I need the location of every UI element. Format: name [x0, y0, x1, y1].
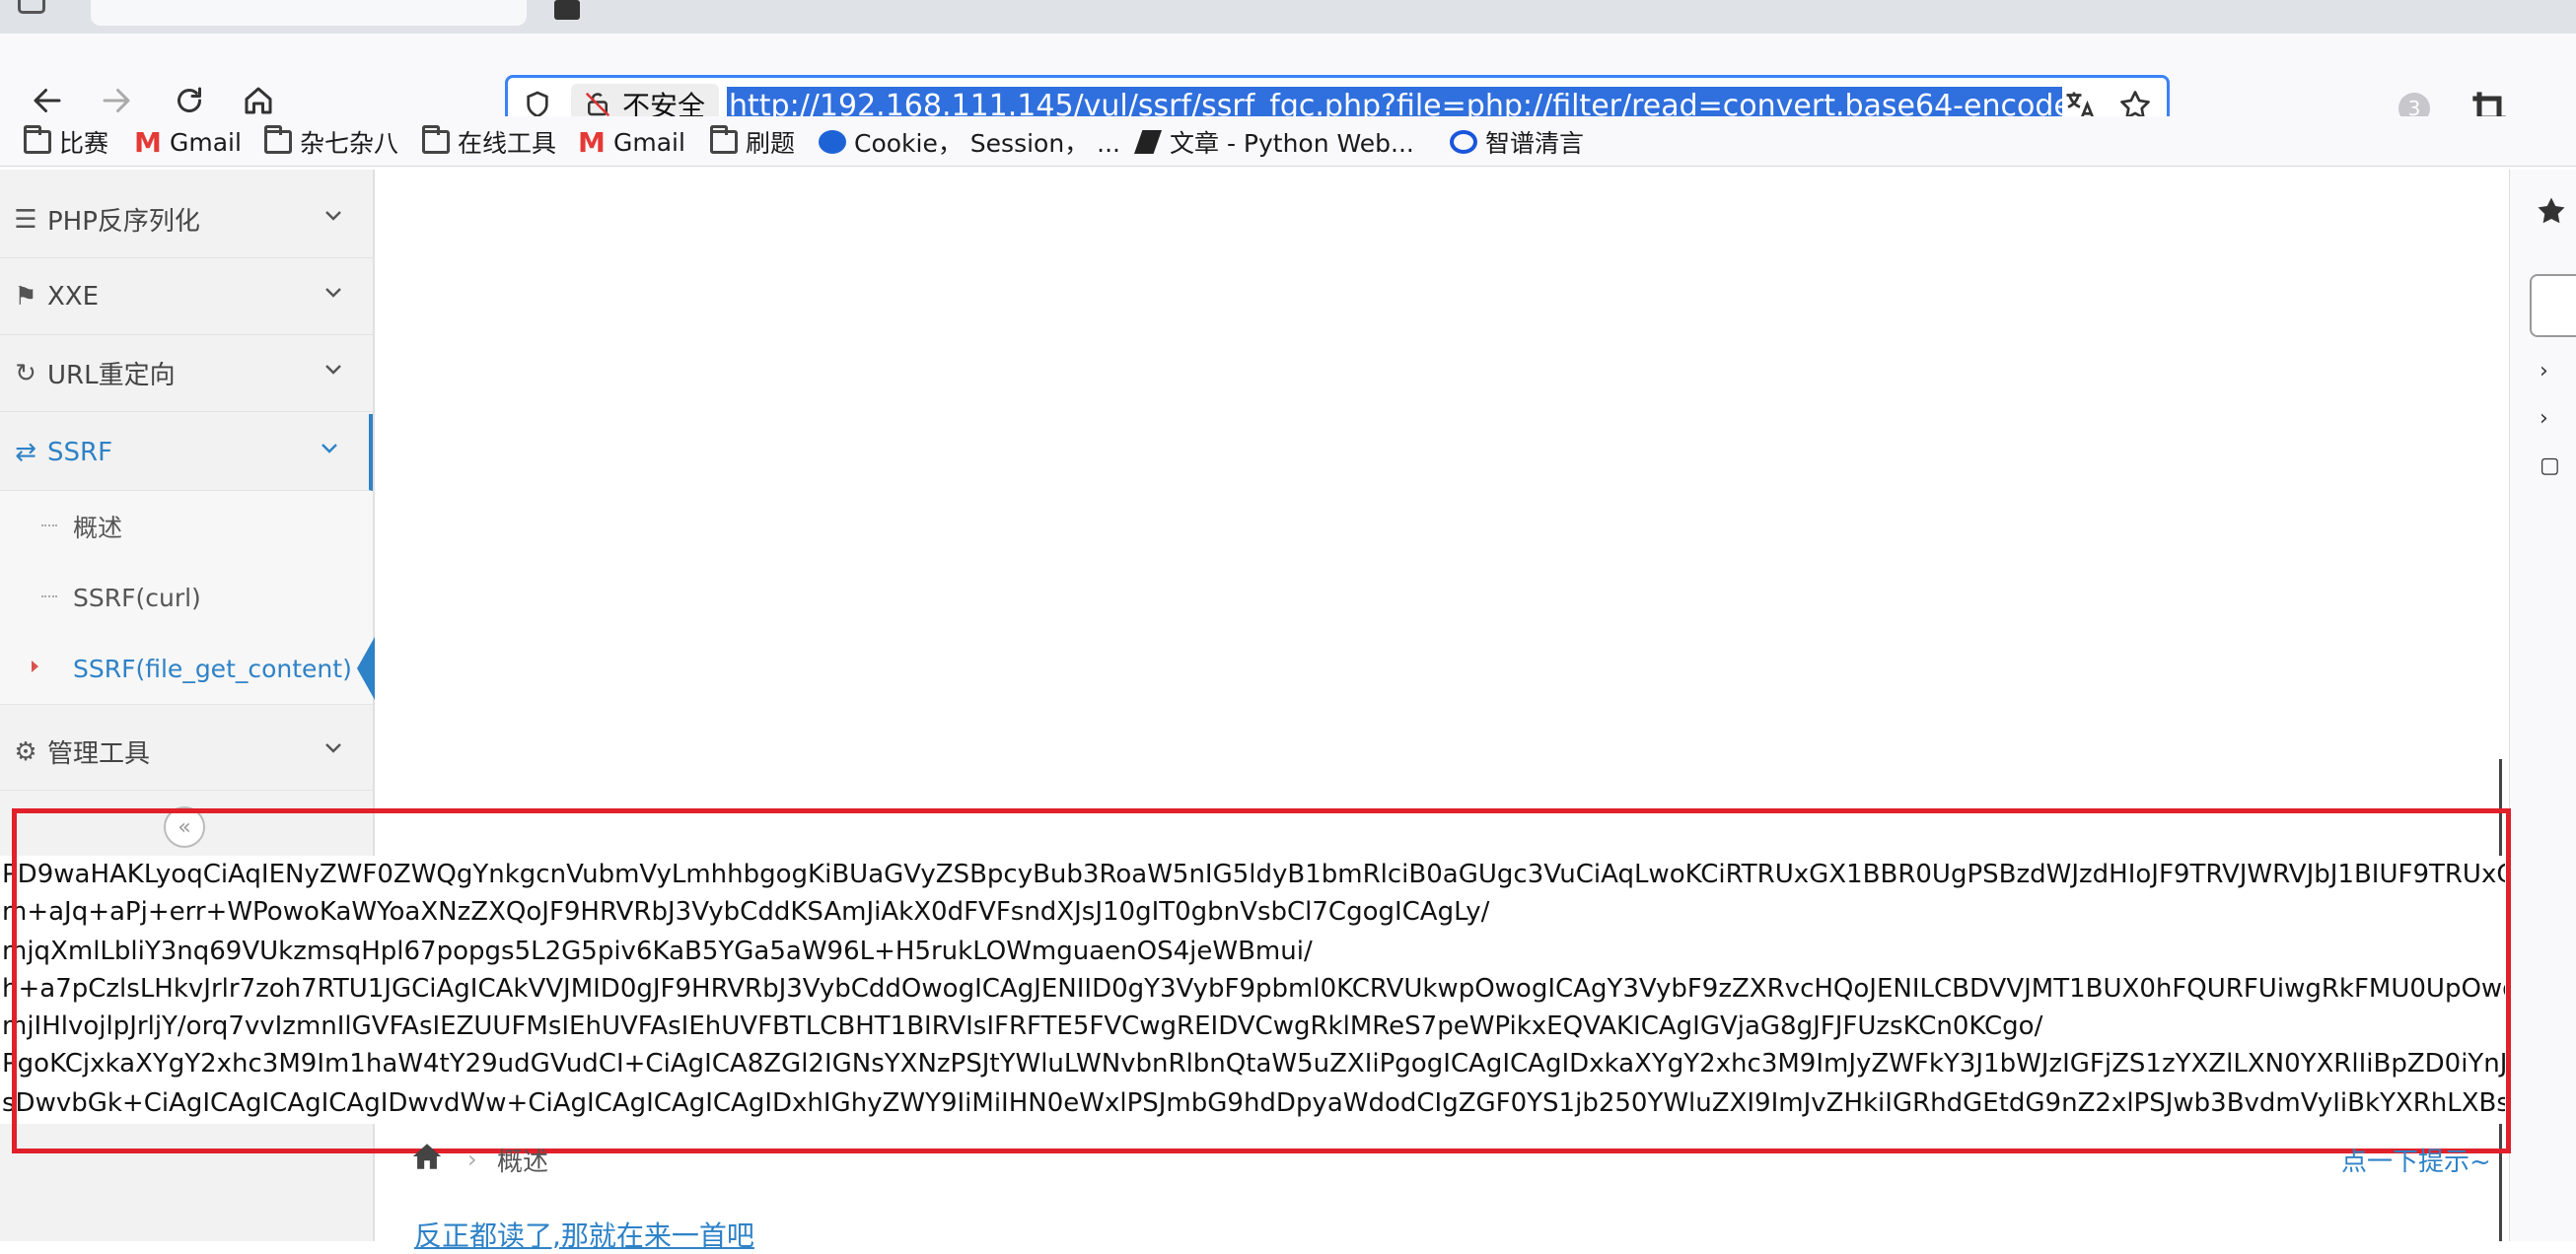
gmail-icon: M — [578, 125, 606, 159]
submenu-label: SSRF(curl) — [73, 583, 201, 612]
tab-favicon-icon — [554, 0, 580, 20]
chevron-down-icon — [325, 211, 341, 221]
menu-label: URL重定向 — [47, 361, 176, 390]
chevron-down-icon — [325, 288, 341, 298]
chevron-down-icon — [325, 365, 341, 375]
chevron-down-icon — [322, 444, 337, 453]
bookmark-label: 杂七杂八 — [300, 129, 399, 158]
sidebar-item-ssrf-curl[interactable]: SSRF(curl) — [0, 562, 373, 634]
bookmark-label: Cookie， Session， ... — [854, 129, 1120, 158]
submenu-label: SSRF(file_get_content) — [73, 654, 352, 683]
swap-icon: ⇄ — [15, 437, 36, 467]
gear-icon: ⚙ — [14, 736, 37, 767]
file-icon: ▢ — [2540, 453, 2560, 478]
bookmark-item[interactable]: Cookie， Session， ... — [819, 122, 1120, 162]
sidebar-menu-ssrf[interactable]: ⇄ SSRF — [0, 414, 373, 491]
folder-icon — [24, 125, 51, 154]
panel-search-field[interactable] — [2530, 274, 2576, 337]
home-icon — [245, 87, 272, 114]
bookmark-item[interactable]: 比赛 — [24, 122, 108, 162]
folder-icon — [264, 125, 292, 154]
bookmark-item[interactable]: M Gmail — [578, 122, 685, 162]
breadcrumb[interactable]: 概述 — [497, 1142, 548, 1178]
sidebar-item-ssrf-overview[interactable]: 概述 — [0, 491, 373, 563]
menu-label: PHP反序列化 — [47, 207, 200, 237]
bookmark-label: 在线工具 — [458, 129, 557, 158]
tree-dots — [41, 595, 57, 597]
folder-icon — [422, 125, 450, 154]
bookmark-label: Gmail — [613, 127, 685, 157]
favorites-star-icon[interactable] — [2534, 193, 2569, 229]
gmail-icon: M — [134, 125, 162, 159]
bookmark-item[interactable]: 文章 - Python Web... — [1134, 122, 1414, 162]
arrow-right-icon — [103, 89, 130, 112]
home-icon[interactable] — [408, 1140, 446, 1173]
bookmark-label: 智谱清言 — [1485, 129, 1585, 158]
folder-icon — [710, 125, 738, 154]
python-site-icon — [1134, 130, 1162, 154]
sidebar-item-ssrf-file-get-content[interactable]: SSRF(file_get_content) — [0, 633, 375, 705]
active-marker — [357, 637, 375, 700]
tab-strip — [0, 0, 2576, 34]
reload-icon — [178, 87, 201, 112]
hint-link[interactable]: 点一下提示~ — [2341, 1142, 2491, 1178]
bookmark-item[interactable]: 刷题 — [710, 122, 795, 162]
bookmark-label: 刷题 — [746, 129, 796, 158]
unlock-icon — [585, 92, 610, 117]
menu-label: 管理工具 — [47, 739, 151, 769]
refresh-icon: ↻ — [15, 358, 36, 388]
submenu-label: 概述 — [73, 514, 123, 542]
sidebar-menu-url-redirect[interactable]: ↻ URL重定向 — [0, 335, 373, 412]
cookie-site-icon — [819, 130, 846, 154]
bookmark-label: 比赛 — [59, 129, 109, 158]
menu-label: SSRF — [47, 437, 113, 467]
sidebar-menu-xxe[interactable]: ⚑ XXE — [0, 258, 373, 335]
flag-icon: ⚑ — [14, 281, 37, 312]
bookmark-item[interactable]: 杂七杂八 — [264, 122, 398, 162]
bookmark-item[interactable]: M Gmail — [134, 122, 242, 162]
tree-dots — [41, 524, 57, 526]
chevron-right-icon[interactable]: › — [2540, 359, 2569, 383]
list-icon: ☰ — [14, 204, 37, 235]
sidebar-menu-php-unserialize[interactable]: ☰ PHP反序列化 — [0, 181, 373, 258]
chevron-right-icon[interactable]: › — [2540, 406, 2569, 431]
bookmark-label: 文章 - Python Web... — [1170, 129, 1414, 158]
tab-active[interactable] — [91, 0, 527, 26]
highlight-box — [12, 808, 2511, 1153]
tab-overview-icon[interactable] — [18, 0, 45, 14]
caret-right-icon — [32, 661, 38, 672]
tab-second[interactable] — [540, 0, 1053, 26]
breadcrumb-separator: › — [467, 1146, 477, 1173]
bookmark-item[interactable]: 智谱清言 — [1450, 122, 1584, 162]
arrow-left-icon — [34, 89, 61, 112]
browser-side-panel: › › ▢ — [2509, 170, 2576, 1241]
bookmarks-bar: 比赛 M Gmail 杂七杂八 在线工具 M Gmail 刷题 Cookie， … — [0, 116, 2576, 167]
chevron-down-icon — [325, 743, 341, 753]
zhipu-site-icon — [1450, 130, 1477, 154]
sidebar-menu-admin-tools[interactable]: ⚙ 管理工具 — [0, 714, 373, 791]
menu-label: XXE — [47, 281, 100, 312]
bookmark-label: Gmail — [170, 127, 242, 157]
page-text-link[interactable]: 反正都读了,那就在来一首吧 — [414, 1215, 754, 1254]
bookmark-item[interactable]: 在线工具 — [422, 122, 556, 162]
